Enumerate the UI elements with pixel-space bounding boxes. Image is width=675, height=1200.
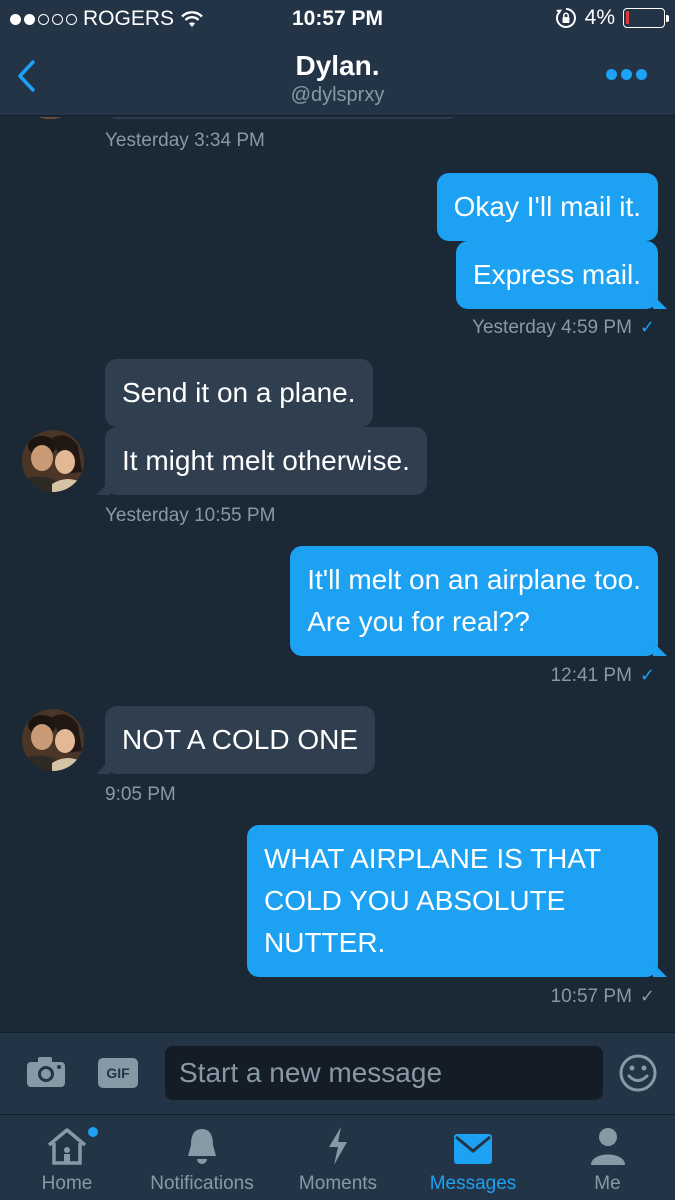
battery-level xyxy=(626,11,629,24)
message-text-line: It'll melt on an airplane too. xyxy=(307,564,641,595)
avatar-photo xyxy=(22,430,84,492)
sent-check-icon: ✓ xyxy=(639,986,655,1006)
conversation-title[interactable]: Dylan. xyxy=(0,50,675,82)
conversation-header: Dylan. @dylsprxy xyxy=(0,38,675,116)
avatar xyxy=(32,117,68,119)
message-text-line: WHAT AIRPLANE IS THAT xyxy=(264,843,602,874)
tab-label: Me xyxy=(594,1173,621,1194)
timestamp-text: 12:41 PM xyxy=(550,665,632,686)
message-text: Send it on a plane. xyxy=(122,377,356,408)
message-timestamp: Yesterday 4:59 PM ✓ xyxy=(472,317,655,339)
tab-moments[interactable]: Moments xyxy=(270,1115,406,1200)
gif-button[interactable]: GIF xyxy=(98,1058,138,1088)
home-icon xyxy=(47,1128,87,1165)
new-message-input[interactable] xyxy=(165,1046,603,1100)
message-bubble-sent[interactable]: It'll melt on an airplane too. Are you f… xyxy=(290,546,667,656)
tab-messages[interactable]: Messages xyxy=(406,1115,540,1200)
message-bubble-sent[interactable]: Express mail. xyxy=(455,241,668,309)
envelope-icon xyxy=(454,1134,492,1164)
battery-percent: 4% xyxy=(584,6,615,29)
message-timestamp: 10:57 PM ✓ xyxy=(551,986,655,1008)
message-text: Express mail. xyxy=(472,259,641,290)
message-bubble-received[interactable]: It might melt otherwise. xyxy=(96,427,427,495)
message-text-line: NUTTER. xyxy=(264,927,386,958)
message-text-line: Are you for real?? xyxy=(307,606,530,637)
message-composer: GIF xyxy=(0,1032,675,1114)
message-timestamp: 12:41 PM ✓ xyxy=(551,665,655,687)
tab-me[interactable]: Me xyxy=(540,1115,675,1200)
tab-label: Messages xyxy=(429,1173,517,1194)
read-check-icon: ✓ xyxy=(639,665,655,685)
bell-icon xyxy=(188,1129,216,1164)
smiley-icon[interactable] xyxy=(618,1053,658,1093)
timestamp-text: Yesterday 4:59 PM xyxy=(472,317,632,338)
message-bubble-received[interactable]: Send it on a plane. xyxy=(105,359,373,427)
rotation-lock-icon xyxy=(555,8,576,28)
notification-dot xyxy=(88,1127,98,1137)
avatar[interactable] xyxy=(22,430,84,492)
tab-bar: Home Notifications Moments Messages Me xyxy=(0,1114,675,1200)
status-right: 4% xyxy=(555,6,669,30)
conversation-handle[interactable]: @dylsprxy xyxy=(0,84,675,107)
message-timestamp: 9:05 PM xyxy=(105,784,176,805)
avatar-photo xyxy=(22,709,84,771)
tab-notifications[interactable]: Notifications xyxy=(134,1115,270,1200)
message-text: Okay I'll mail it. xyxy=(453,191,641,222)
timestamp-text: 10:57 PM xyxy=(550,986,632,1007)
message-bubble-received[interactable]: NOT A COLD ONE xyxy=(96,706,375,774)
read-check-icon: ✓ xyxy=(639,317,655,337)
tab-label: Home xyxy=(41,1173,93,1194)
message-thread[interactable]: Yesterday 3:34 PM Okay I'll mail it. Exp… xyxy=(0,117,675,1032)
message-text: NOT A COLD ONE xyxy=(122,724,358,755)
message-bubble-sent[interactable]: WHAT AIRPLANE IS THAT COLD YOU ABSOLUTE … xyxy=(247,825,667,977)
message-text: It might melt otherwise. xyxy=(122,445,410,476)
person-icon xyxy=(590,1128,625,1165)
status-bar: ROGERS 10:57 PM 4% xyxy=(0,0,675,38)
battery-icon xyxy=(623,8,669,28)
message-text-line: COLD YOU ABSOLUTE xyxy=(264,885,566,916)
message-timestamp: Yesterday 10:55 PM xyxy=(105,505,276,526)
more-dots-icon[interactable] xyxy=(606,69,647,80)
avatar[interactable] xyxy=(22,709,84,771)
tab-label: Moments xyxy=(298,1173,378,1194)
tab-label: Notifications xyxy=(150,1173,254,1194)
message-bubble-sent[interactable]: Okay I'll mail it. xyxy=(436,173,658,241)
message-timestamp: Yesterday 3:34 PM xyxy=(105,130,265,151)
message-bubble-received xyxy=(105,117,460,119)
lightning-icon xyxy=(329,1127,347,1165)
tab-home[interactable]: Home xyxy=(0,1115,134,1200)
camera-icon[interactable] xyxy=(25,1055,67,1089)
